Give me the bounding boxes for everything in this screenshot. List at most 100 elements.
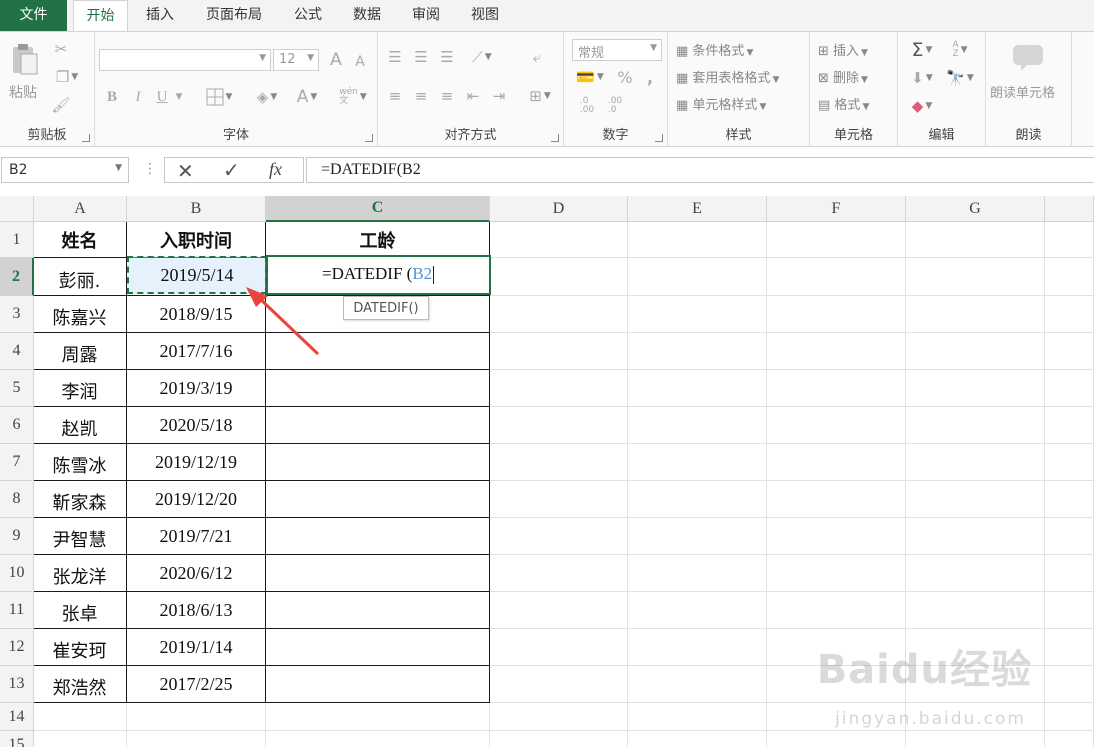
phonetic-button[interactable]: wén 文 ▼ [335, 82, 371, 112]
tab-home[interactable]: 开始 [73, 0, 128, 32]
group-label-alignment: 对齐方式 [444, 128, 497, 143]
clipboard-icon [13, 44, 38, 75]
tab-view[interactable]: 视图 [461, 0, 509, 31]
align-bottom-icon[interactable]: ☰ [436, 46, 458, 68]
italic-button[interactable]: I [127, 85, 149, 109]
font-color-icon: A [296, 87, 309, 107]
font-launcher-icon[interactable] [365, 134, 373, 142]
format-as-table-label: 套用表格格式 [692, 71, 771, 86]
format-as-table-button[interactable]: ▦ 套用表格格式 ▼ [676, 67, 779, 86]
fill-icon[interactable]: ⬇ ▼ [904, 66, 940, 90]
more-options-icon[interactable]: ⋮ [143, 161, 157, 177]
group-label-read: 朗读 [1015, 128, 1042, 143]
group-label-clipboard: 剪贴板 [27, 128, 67, 143]
align-center-icon[interactable]: ≡ [410, 85, 432, 107]
orientation-icon[interactable]: ⟋ ▼ [464, 46, 500, 68]
cell-styles-label: 单元格样式 [692, 98, 758, 113]
tab-formulas[interactable]: 公式 [284, 0, 332, 31]
chevron-down-icon[interactable]: ▼ [115, 163, 122, 173]
bold-button[interactable]: B [101, 85, 123, 109]
delete-cells-label: 删除 [833, 71, 860, 86]
group-editing: Σ ▼ A Z ▼ ⬇ ▼ 🔭 ▼ ◆ ▼ 编辑 [898, 32, 986, 147]
sort-symbol: A Z [952, 40, 959, 59]
format-cells-button[interactable]: ▤ 格式 ▼ [818, 94, 869, 113]
autosum-icon[interactable]: Σ ▼ [904, 38, 940, 62]
paste-label: 粘贴 [9, 85, 37, 101]
fill-color-button[interactable]: ◈ ▼ [249, 85, 285, 109]
group-label-number: 数字 [602, 128, 629, 143]
sort-filter-icon[interactable]: A Z ▼ [942, 38, 978, 62]
read-cell-label[interactable]: 朗读单元格 [990, 82, 1055, 101]
copy-icon[interactable]: ❐ ▼ [50, 66, 84, 88]
ribbon: 粘贴 ✂ ❐ ▼ 🖌 剪贴板 ▼ 12 ▼ A A B I U ▼ ▼ ◈ ▼ A ▼ … [0, 31, 1094, 147]
group-cells: ⊞ 插入 ▼ ⊠ 删除 ▼ ▤ 格式 ▼ 单元格 [810, 32, 898, 147]
clipboard-launcher-icon[interactable] [82, 134, 90, 142]
accounting-format-icon[interactable]: 💳 ▼ [572, 66, 608, 88]
cell-styles-button[interactable]: ▦ 单元格样式 ▼ [676, 94, 766, 113]
name-box-value: B2 [9, 162, 28, 178]
baidu-watermark-logo: Baidu经验 [816, 647, 1032, 693]
group-read: 朗读单元格 朗读 [986, 32, 1072, 147]
group-clipboard: 粘贴 ✂ ❐ ▼ 🖌 剪贴板 [0, 32, 95, 147]
insert-cells-button[interactable]: ⊞ 插入 ▼ [818, 40, 868, 59]
menu-bar: 文件 开始 插入 页面布局 公式 数据 审阅 视图 [0, 0, 1094, 32]
conditional-format-label: 条件格式 [692, 44, 745, 59]
tab-data[interactable]: 数据 [343, 0, 391, 31]
wrap-text-icon[interactable]: ⤶ [524, 46, 550, 68]
paste-button[interactable] [8, 40, 42, 80]
group-font: ▼ 12 ▼ A A B I U ▼ ▼ ◈ ▼ A ▼ wén 文 ▼ 字体 [95, 32, 378, 147]
formula-input[interactable]: =DATEDIF(B2 [306, 157, 1094, 183]
read-cell-icon[interactable] [1010, 42, 1048, 74]
tab-insert[interactable]: 插入 [136, 0, 184, 31]
align-right-icon[interactable]: ≡ [436, 85, 458, 107]
align-top-icon[interactable]: ☰ [384, 46, 406, 68]
enter-icon[interactable]: ✓ [223, 158, 240, 182]
decrease-decimal-icon[interactable]: .00 .0 [602, 94, 628, 118]
group-styles: ▦ 条件格式 ▼ ▦ 套用表格格式 ▼ ▦ 单元格样式 ▼ 样式 [668, 32, 810, 147]
underline-button[interactable]: U [151, 85, 173, 109]
percent-style-icon[interactable]: % [614, 66, 636, 88]
group-label-cells: 单元格 [833, 128, 873, 143]
font-name-select[interactable]: ▼ [99, 49, 271, 71]
grow-font-icon[interactable]: A [325, 49, 347, 71]
group-label-font: 字体 [222, 128, 249, 143]
comma-style-icon[interactable]: , [640, 66, 660, 88]
speech-bubble-icon [1013, 45, 1043, 71]
align-middle-icon[interactable]: ☰ [410, 46, 432, 68]
format-cells-label: 格式 [834, 98, 861, 113]
cancel-icon[interactable]: ✕ [177, 159, 194, 183]
phonetic-icon: wén 文 [339, 87, 358, 106]
increase-decimal-icon[interactable]: .0 .00 [574, 94, 600, 118]
border-icon [206, 88, 224, 106]
group-number: 常规 ▼ 💳 ▼ % , .0 .00 .00 .0 数字 [564, 32, 668, 147]
tab-page-layout[interactable]: 页面布局 [196, 0, 272, 31]
insert-function-icon[interactable]: fx [269, 159, 282, 180]
group-alignment: ☰ ☰ ☰ ⟋ ▼ ⤶ ≡ ≡ ≡ ⇤ ⇥ ⊞ ▼ 对齐方式 [378, 32, 564, 147]
formula-text: =DATEDIF(B2 [321, 161, 421, 178]
alignment-launcher-icon[interactable] [551, 134, 559, 142]
sum-symbol: Σ [911, 39, 924, 61]
name-box[interactable]: B2 ▼ [1, 157, 129, 183]
decrease-indent-icon[interactable]: ⇤ [462, 85, 484, 107]
delete-cells-button[interactable]: ⊠ 删除 ▼ [818, 67, 868, 86]
find-select-icon[interactable]: 🔭 ▼ [942, 66, 978, 90]
increase-indent-icon[interactable]: ⇥ [488, 85, 510, 107]
conditional-format-button[interactable]: ▦ 条件格式 ▼ [676, 40, 753, 59]
group-label-editing: 编辑 [928, 128, 955, 143]
formula-bar: B2 ▼ ⋮ ✕ ✓ fx =DATEDIF(B2 [0, 147, 1094, 196]
font-color-button[interactable]: A ▼ [289, 85, 325, 109]
font-size-select[interactable]: 12 ▼ [273, 49, 319, 71]
number-launcher-icon[interactable] [655, 134, 663, 142]
format-painter-icon[interactable]: 🖌 [50, 94, 72, 116]
align-left-icon[interactable]: ≡ [384, 85, 406, 107]
merge-center-icon[interactable]: ⊞ ▼ [522, 85, 558, 107]
baidu-watermark-url: jingyan.baidu.com [835, 709, 1026, 729]
shrink-font-icon[interactable]: A [349, 51, 371, 73]
underline-dropdown-icon[interactable]: ▼ [173, 87, 185, 107]
number-format-select[interactable]: 常规 ▼ [572, 39, 662, 61]
tab-review[interactable]: 审阅 [402, 0, 450, 31]
tab-file[interactable]: 文件 [0, 0, 67, 31]
borders-button[interactable]: ▼ [199, 85, 239, 109]
clear-icon[interactable]: ◆ ▼ [904, 94, 940, 118]
cut-icon[interactable]: ✂ [50, 38, 72, 60]
